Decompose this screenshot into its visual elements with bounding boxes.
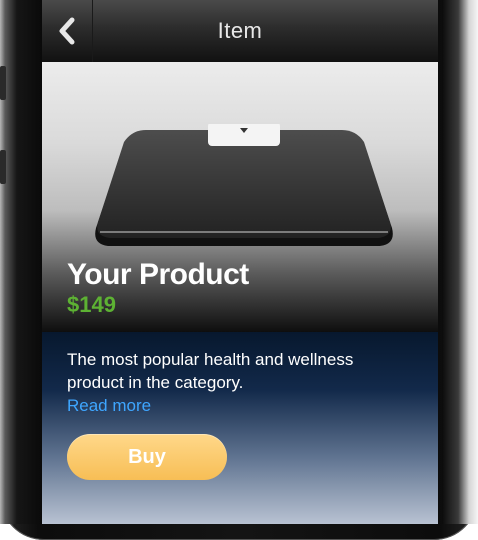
phone-right-edge [442, 0, 478, 524]
product-details: The most popular health and wellness pro… [42, 332, 438, 524]
phone-left-edge [0, 0, 42, 524]
product-description: The most popular health and wellness pro… [67, 350, 354, 392]
buy-button[interactable]: Buy [67, 434, 227, 480]
product-hero: Your Product $149 [42, 62, 438, 332]
navigation-bar: Item [42, 0, 438, 63]
app-screen: Item Your Product $149 The most popular … [42, 0, 438, 524]
page-title: Item [217, 18, 263, 43]
bathroom-scale-icon [94, 122, 394, 259]
product-name: Your Product [67, 258, 249, 291]
read-more-link[interactable]: Read more [67, 396, 151, 416]
volume-up-button [0, 66, 6, 100]
volume-down-button [0, 150, 6, 184]
product-price: $149 [67, 292, 116, 317]
